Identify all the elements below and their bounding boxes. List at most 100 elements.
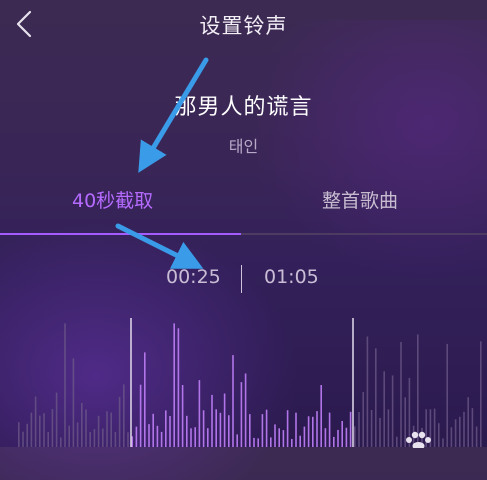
waveform-bar [379,417,381,447]
waveform-bar [345,427,348,447]
waveform-bar [190,428,192,447]
waveform-bar [181,385,184,447]
page-title: 设置铃声 [199,14,288,38]
waveform-bar [173,323,175,447]
time-separator [241,265,242,293]
waveform-bar [244,373,247,447]
selection-end-time: 01:05 [264,266,319,288]
waveform-bar [282,430,285,447]
waveform-bar [89,432,91,447]
waveform-bar [299,435,301,447]
song-title: 那男人的谎言 [174,95,313,120]
waveform-bar [177,328,180,447]
waveform-bar [249,414,251,447]
waveform-bar [30,412,33,447]
waveform-bar [81,403,83,447]
tab-full-song[interactable]: 整首歌曲 [322,186,398,213]
waveform-bar [43,413,45,447]
waveform-bar [219,412,222,447]
waveform-bar [442,438,444,447]
waveform-bar [165,410,167,447]
waveform-bar [60,437,62,447]
waveform-bar [366,336,369,447]
waveform-bar [341,421,343,447]
waveform-bar [316,411,318,447]
waveform-bar [383,371,385,447]
waveform-bar [47,431,49,447]
waveform-bar [211,394,213,447]
waveform-bar [433,408,436,447]
waveform-bar [135,426,138,447]
tab-40s-clip[interactable]: 40秒截取 [72,186,153,213]
waveform-bar [64,323,66,447]
waveform-bar [391,375,394,447]
waveform-bar [202,410,205,447]
waveform-bar [144,352,146,447]
waveform-bar [446,343,448,447]
waveform-bar [295,412,297,447]
waveform-bar [106,411,108,447]
waveform-bar [312,416,314,447]
waveform-bar [139,384,142,447]
waveform-bar [68,425,70,447]
waveform-bar [76,422,79,447]
waveform-bar [123,384,125,447]
waveform-bar [471,408,474,447]
waveform-bar [236,434,238,447]
waveform-bar [26,423,28,447]
waveform-bar [278,428,280,447]
waveform-bar [354,426,356,447]
waveform-bar [118,396,121,447]
waveform-bar [324,428,327,447]
header-bar: 设置铃声 [0,0,487,52]
waveform-bar [333,436,335,447]
waveform-bar [459,416,461,447]
waveform-bar [307,416,310,447]
waveform-bar [207,428,209,447]
waveform-bar [22,431,24,447]
waveform-bar [253,437,255,447]
waveform-bar [18,422,20,447]
waveform-bar [270,437,272,447]
waveform-bar [362,392,364,447]
waveform-bar [454,419,457,447]
waveform-bar [463,411,465,447]
waveform-bar [370,410,373,447]
waveform-bar [232,355,234,447]
waveform[interactable] [0,318,487,447]
waveform-bar [97,415,100,447]
waveform-bar [148,424,150,447]
waveform-bar [114,431,117,447]
waveform-bar [257,438,259,447]
waveform-bar [223,393,226,447]
waveform-bar [375,348,377,447]
waveform-bar [34,396,37,447]
waveform-bar [39,415,41,447]
waveform-bar [286,410,289,447]
waveform-bar [51,409,54,447]
waveform-bar [320,385,322,447]
waveform-bar [480,341,482,447]
waveform-bar [93,429,96,447]
selection-start-time: 00:25 [166,266,221,288]
waveform-bar [400,342,402,447]
waveform-bar [303,426,306,447]
waveform-bar [450,427,453,447]
waveform-bar [186,415,188,447]
waveform-bar [438,423,440,447]
waveform-bar [475,426,478,447]
waveform-bar [156,425,159,447]
waveform-bar [396,436,398,447]
waveform-bar [85,409,87,447]
annotation-arrow [115,223,204,269]
waveform-bar [72,358,75,447]
waveform-bar [328,412,331,447]
waveform-bar [467,397,469,447]
waveform-bar [102,428,104,447]
waveform-bar [215,409,217,447]
waveform-bar [127,432,129,447]
waveform-bar [160,431,163,447]
waveform-bar [198,380,201,447]
waveform-bar [387,409,390,447]
waveform-bar [152,413,154,447]
